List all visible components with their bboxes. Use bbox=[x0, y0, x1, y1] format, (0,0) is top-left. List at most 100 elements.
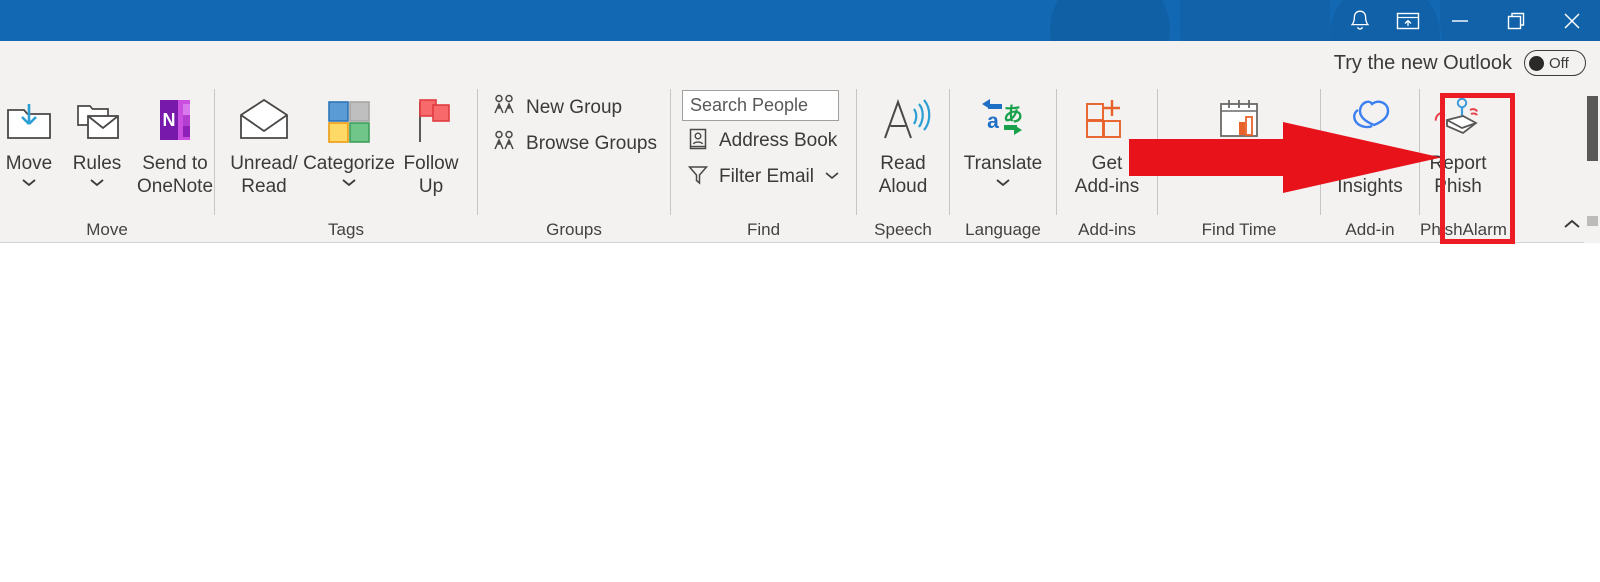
follow-up-label: Follow Up bbox=[403, 153, 459, 197]
read-aloud-button[interactable]: Read Aloud bbox=[862, 88, 944, 198]
browse-groups-label: Browse Groups bbox=[526, 133, 657, 154]
report-phish-icon bbox=[1429, 90, 1487, 150]
report-phish-label: Report Phish bbox=[1429, 153, 1487, 197]
read-aloud-icon bbox=[873, 90, 933, 150]
follow-up-flag-icon bbox=[407, 90, 455, 150]
group-name-addin: Add-in bbox=[1345, 220, 1395, 239]
chevron-down-icon[interactable] bbox=[19, 175, 39, 193]
get-add-ins-label: Get Add-ins bbox=[1074, 153, 1140, 197]
chevron-down-icon[interactable] bbox=[339, 175, 359, 193]
titlebar-decoration bbox=[1050, 0, 1170, 41]
title-bar bbox=[0, 0, 1600, 41]
new-group-button[interactable]: New Group bbox=[487, 92, 661, 124]
chevron-down-icon[interactable] bbox=[993, 175, 1013, 193]
ribbon: Try the new Outlook Off Move Rules N Sen… bbox=[0, 41, 1600, 284]
group-name-language: Language bbox=[965, 220, 1041, 239]
get-add-ins-button[interactable]: Get Add-ins bbox=[1061, 88, 1153, 198]
chevron-down-icon[interactable] bbox=[823, 168, 841, 186]
ribbon-group-findtime: Scheduling Poll Find Time bbox=[1158, 85, 1320, 243]
new-group-icon bbox=[491, 93, 517, 124]
scrollbar-mark bbox=[1587, 216, 1598, 226]
group-name-findtime: Find Time bbox=[1201, 220, 1277, 239]
translate-button[interactable]: a あ Translate bbox=[954, 88, 1052, 193]
address-book-label: Address Book bbox=[718, 130, 838, 151]
notifications-bell-button[interactable] bbox=[1336, 0, 1384, 41]
group-name-find: Find bbox=[746, 220, 781, 239]
minimize-button[interactable] bbox=[1432, 0, 1488, 41]
search-people-input[interactable]: Search People bbox=[681, 90, 839, 121]
categorize-icon bbox=[323, 90, 375, 150]
ribbon-groups: Move Rules N Send to OneNote Move Unread… bbox=[0, 85, 1600, 243]
svg-text:a: a bbox=[987, 110, 999, 133]
group-name-groups: Groups bbox=[546, 220, 602, 239]
message-list-area bbox=[0, 243, 1600, 582]
read-aloud-label: Read Aloud bbox=[878, 153, 928, 197]
ribbon-group-tags: Unread/ Read Categorize Follow Up Tags bbox=[215, 85, 477, 243]
scheduling-poll-label: Scheduling Poll bbox=[1173, 153, 1305, 174]
translate-label: Translate bbox=[963, 153, 1043, 174]
ribbon-group-addins: Get Add-ins Add-ins bbox=[1057, 85, 1157, 243]
browse-groups-icon bbox=[491, 129, 517, 160]
scheduling-poll-calendar-icon bbox=[1211, 90, 1267, 150]
window-controls bbox=[1336, 0, 1600, 41]
ribbon-group-language: a あ Translate Language bbox=[950, 85, 1056, 243]
group-name-addins: Add-ins bbox=[1078, 220, 1136, 239]
ribbon-group-speech: Read Aloud Speech bbox=[857, 85, 949, 243]
send-to-onenote-button[interactable]: N Send to OneNote bbox=[131, 88, 219, 198]
scrollbar-thumb[interactable] bbox=[1587, 96, 1598, 161]
categorize-button[interactable]: Categorize bbox=[303, 88, 395, 193]
filter-email-button[interactable]: Filter Email bbox=[682, 161, 845, 193]
svg-text:N: N bbox=[163, 110, 176, 130]
search-people-placeholder: Search People bbox=[689, 95, 809, 115]
maximize-restore-icon bbox=[1505, 10, 1527, 32]
try-new-outlook-label: Try the new Outlook bbox=[1333, 51, 1512, 74]
chevron-down-icon[interactable] bbox=[87, 175, 107, 193]
collapse-ribbon-button[interactable] bbox=[1558, 212, 1586, 236]
ribbon-group-find: Search People Address Book Filter Email … bbox=[671, 85, 856, 243]
new-group-label: New Group bbox=[526, 97, 623, 118]
ribbon-group-move: Move Rules N Send to OneNote Move bbox=[0, 85, 214, 243]
maximize-restore-button[interactable] bbox=[1488, 0, 1544, 41]
viva-insights-icon bbox=[1342, 90, 1398, 150]
toggle-knob bbox=[1529, 55, 1544, 71]
viva-insights-label: Viva Insights bbox=[1337, 153, 1403, 197]
group-name-phishalarm: PhishAlarm bbox=[1420, 220, 1507, 239]
minimize-icon bbox=[1448, 15, 1472, 27]
move-button-label: Move bbox=[5, 153, 53, 174]
onenote-icon: N bbox=[150, 90, 200, 150]
rules-icon bbox=[70, 90, 124, 150]
address-book-button[interactable]: Address Book bbox=[682, 125, 845, 157]
ribbon-group-addin: Viva Insights Add-in bbox=[1321, 85, 1419, 243]
get-add-ins-icon bbox=[1079, 90, 1135, 150]
rules-button-label: Rules bbox=[72, 153, 122, 174]
close-button[interactable] bbox=[1544, 0, 1600, 41]
browse-groups-button[interactable]: Browse Groups bbox=[487, 128, 661, 160]
close-icon bbox=[1560, 9, 1584, 33]
viva-insights-button[interactable]: Viva Insights bbox=[1324, 88, 1416, 198]
move-button[interactable]: Move bbox=[0, 88, 63, 193]
unread-read-button[interactable]: Unread/ Read bbox=[225, 88, 303, 198]
address-book-icon bbox=[686, 126, 710, 157]
try-new-outlook-area: Try the new Outlook Off bbox=[1334, 45, 1586, 81]
toggle-state-label: Off bbox=[1549, 54, 1569, 72]
group-name-speech: Speech bbox=[874, 220, 932, 239]
restore-pane-button[interactable] bbox=[1384, 0, 1432, 41]
group-name-tags: Tags bbox=[328, 220, 364, 239]
filter-email-label: Filter Email bbox=[718, 166, 814, 187]
ribbon-group-phishalarm: Report Phish PhishAlarm bbox=[1420, 85, 1507, 243]
report-phish-button[interactable]: Report Phish bbox=[1421, 88, 1495, 198]
unread-read-envelope-icon bbox=[235, 90, 293, 150]
follow-up-button[interactable]: Follow Up bbox=[395, 88, 467, 198]
filter-icon bbox=[686, 162, 710, 193]
try-new-outlook-toggle[interactable]: Off bbox=[1524, 50, 1586, 76]
categorize-label: Categorize bbox=[303, 153, 395, 174]
move-to-folder-icon bbox=[2, 90, 56, 150]
ribbon-group-groups: New Group Browse Groups Groups bbox=[478, 85, 670, 243]
send-to-onenote-label: Send to OneNote bbox=[136, 153, 214, 197]
rules-button[interactable]: Rules bbox=[63, 88, 131, 193]
scheduling-poll-button[interactable]: Scheduling Poll bbox=[1161, 88, 1317, 175]
titlebar-decoration bbox=[1180, 0, 1330, 41]
unread-read-label: Unread/ Read bbox=[230, 153, 298, 197]
translate-icon: a あ bbox=[974, 90, 1032, 150]
restore-pane-icon bbox=[1396, 11, 1420, 31]
